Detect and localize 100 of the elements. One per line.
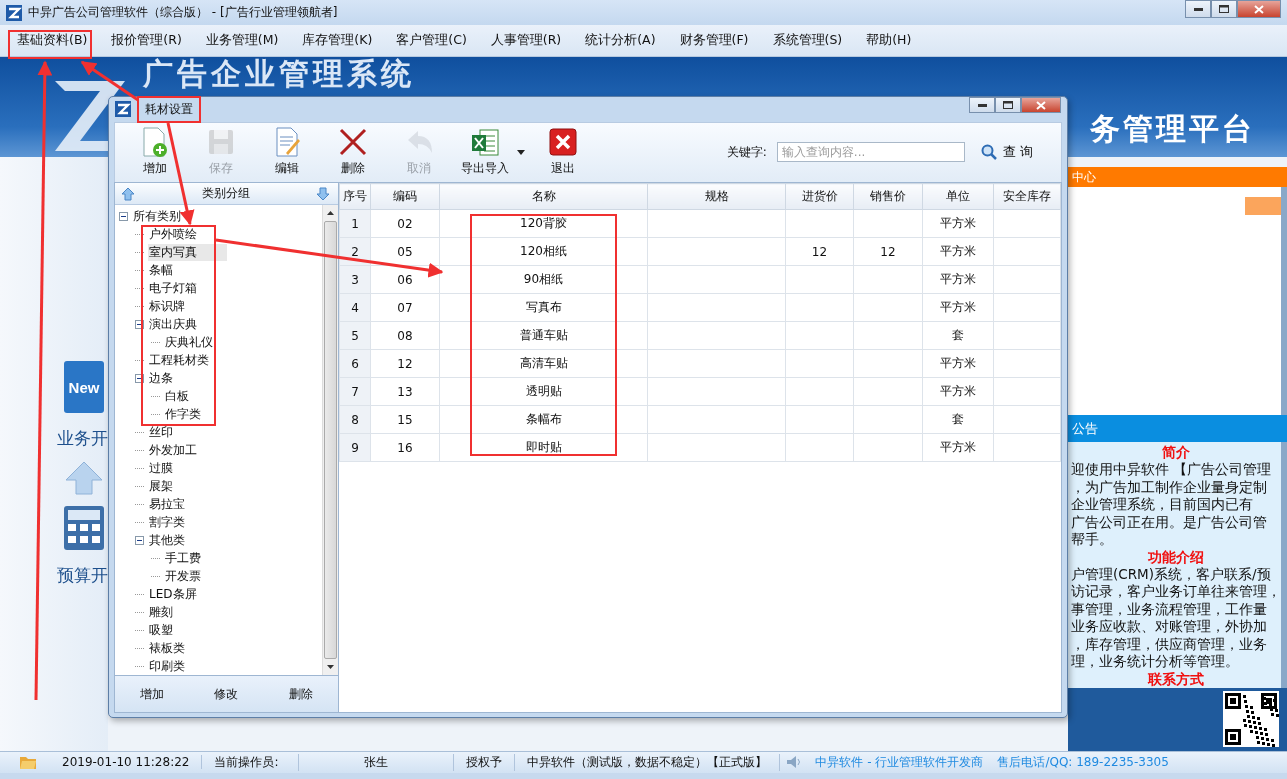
up-arrow-icon[interactable]: [121, 186, 135, 201]
collapse-icon[interactable]: [135, 373, 144, 383]
tree-item[interactable]: 外发加工: [148, 441, 198, 459]
tree-item[interactable]: 标识牌: [148, 297, 186, 315]
column-header[interactable]: 安全库存: [993, 183, 1061, 210]
tree-item[interactable]: 所有类别: [132, 207, 182, 225]
table-cell: 条幅布: [439, 405, 648, 434]
toolbar-button[interactable]: 导出导入: [457, 127, 513, 178]
maximize-button[interactable]: [995, 97, 1021, 113]
column-header[interactable]: 编码: [370, 183, 440, 210]
menu-item[interactable]: 人事管理(R): [483, 28, 569, 54]
status-license: 中异软件（测试版，数据不稳定）【正式版】: [515, 753, 781, 771]
search-field[interactable]: 输入查询内容...: [776, 142, 965, 163]
table-cell: 13: [370, 377, 440, 406]
tree-item[interactable]: 工程耗材类: [148, 351, 210, 369]
keyword-label: 关键字:: [726, 143, 767, 161]
menu-item[interactable]: 基础资料(B): [10, 28, 95, 54]
tree-item[interactable]: 开发票: [164, 567, 202, 585]
menu-item[interactable]: 业务管理(M): [198, 28, 286, 54]
collapse-icon[interactable]: [119, 211, 128, 221]
launcher-label[interactable]: 预算开: [57, 564, 108, 588]
section-heading: 联系方式: [1146, 670, 1205, 688]
tree-item[interactable]: 边条: [148, 369, 174, 387]
text-line: 业务应收款、对账管理，外协加: [1071, 618, 1268, 636]
row-number: 7: [339, 377, 371, 406]
launcher-label[interactable]: 业务开: [57, 427, 108, 451]
scroll-down-icon[interactable]: [327, 665, 334, 669]
tree-item[interactable]: 作字类: [164, 405, 202, 423]
close-icon: [1036, 100, 1046, 110]
close-button[interactable]: [1237, 0, 1281, 18]
row-number: 9: [339, 433, 371, 462]
tree-item[interactable]: 印刷类: [148, 657, 186, 675]
column-header[interactable]: 规格: [647, 183, 786, 210]
tree-item[interactable]: 户外喷绘: [148, 225, 198, 243]
column-header[interactable]: 销售价: [853, 183, 923, 210]
status-datetime: 2019-01-10 11:28:22: [42, 755, 203, 770]
row-number: 5: [339, 321, 371, 350]
tree-item[interactable]: 吸塑: [148, 621, 174, 639]
panel-button[interactable]: 修改: [206, 682, 247, 706]
maximize-button[interactable]: [1211, 0, 1237, 18]
minimize-button[interactable]: [1185, 0, 1211, 18]
tree-item[interactable]: 电子灯箱: [148, 279, 198, 297]
tree-item[interactable]: 其他类: [148, 531, 186, 549]
table-cell: 平方米: [922, 377, 994, 406]
column-header[interactable]: 单位: [922, 183, 994, 210]
tab-marker: [1245, 197, 1281, 216]
tree-item[interactable]: 手工费: [164, 549, 202, 567]
scroll-up-icon[interactable]: [327, 211, 334, 215]
caret-icon[interactable]: [517, 149, 525, 155]
tree-item[interactable]: 雕刻: [148, 603, 174, 621]
search-button[interactable]: 查 询: [974, 140, 1039, 165]
minimize-icon: [977, 103, 987, 107]
text-line: ，库存管理，供应商管理，业务: [1071, 635, 1268, 654]
minimize-button[interactable]: [969, 97, 995, 113]
tree-item[interactable]: 庆典礼仪: [164, 333, 214, 351]
down-arrow-icon[interactable]: [316, 186, 330, 201]
menu-item[interactable]: 库存管理(K): [295, 28, 380, 54]
collapse-icon[interactable]: [135, 319, 144, 329]
collapse-icon[interactable]: [135, 535, 144, 545]
tree-item[interactable]: 过膜: [148, 459, 174, 477]
menu-item[interactable]: 财务管理(F): [672, 28, 756, 54]
toolbar-button[interactable]: 删除: [325, 127, 381, 178]
toolbar-button[interactable]: 增加: [127, 127, 183, 178]
tree-item[interactable]: 割字类: [148, 513, 186, 531]
tree-item[interactable]: 丝印: [148, 423, 174, 441]
new-badge[interactable]: New: [64, 361, 104, 414]
panel-button[interactable]: 增加: [132, 682, 173, 706]
table-cell: 15: [370, 405, 440, 434]
panel-button[interactable]: 删除: [280, 682, 321, 706]
menu-item[interactable]: 系统管理(S): [765, 28, 850, 54]
up-arrow-icon: [64, 460, 104, 497]
tree-item[interactable]: 裱板类: [148, 639, 186, 657]
text-line: 迎使用中异软件 【广告公司管理: [1071, 461, 1273, 479]
table-cell: 平方米: [922, 237, 994, 266]
column-header[interactable]: 序号: [339, 183, 371, 210]
table-cell: 透明贴: [439, 377, 648, 406]
tree-item[interactable]: 演出庆典: [148, 315, 198, 333]
menu-item[interactable]: 帮助(H): [859, 28, 919, 54]
column-header[interactable]: 进货价: [785, 183, 854, 210]
dialog-title: 耗材设置: [145, 100, 193, 118]
folder-icon: [20, 755, 36, 770]
table-cell: 即时贴: [439, 433, 648, 462]
toolbar-button[interactable]: 编辑: [259, 127, 315, 178]
menu-item[interactable]: 客户管理(C): [389, 28, 474, 54]
column-header[interactable]: 名称: [439, 183, 648, 210]
close-button[interactable]: [1021, 97, 1061, 113]
scrollbar[interactable]: [322, 205, 338, 675]
status-company: 中异软件 - 行业管理软件开发商: [814, 753, 985, 771]
tree-item[interactable]: 条幅: [148, 261, 174, 279]
toolbar-button[interactable]: 退出: [535, 127, 591, 178]
menu-item[interactable]: 统计分析(A): [578, 28, 663, 54]
close-icon: [1254, 4, 1264, 14]
tree-item[interactable]: LED条屏: [148, 585, 198, 603]
scroll-thumb[interactable]: [324, 221, 337, 659]
menu-item[interactable]: 报价管理(R): [104, 28, 189, 54]
tree-item[interactable]: 易拉宝: [148, 495, 186, 513]
tree-item[interactable]: 室内写真: [148, 243, 227, 261]
tree-item[interactable]: 展架: [148, 477, 174, 495]
add-document-icon: [140, 127, 170, 158]
tree-item[interactable]: 白板: [164, 387, 190, 405]
